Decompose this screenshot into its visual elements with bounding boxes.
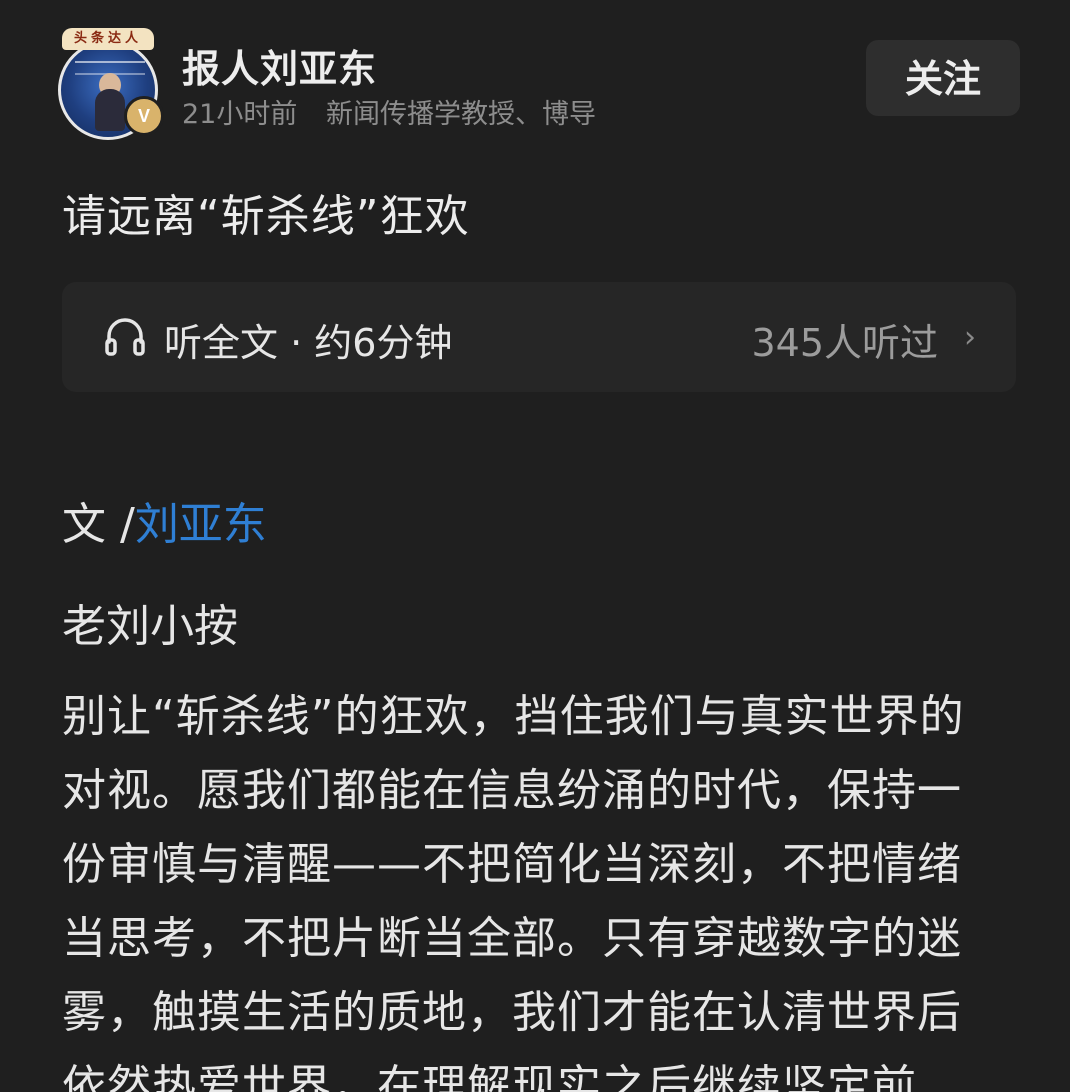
listen-full-text-bar[interactable]: 听全文 · 约6分钟 345人听过 › — [62, 282, 1016, 392]
listen-label: 听全文 · 约6分钟 — [164, 321, 453, 365]
author-header: 头条达人 V 报人刘亚东 21小时前 新闻传播学教授、博导 关注 — [58, 28, 1020, 140]
author-name[interactable]: 报人刘亚东 — [182, 38, 377, 93]
body-line: 对视。愿我们都能在信息纷涌的时代，保持一 — [62, 765, 962, 816]
listen-count: 345人听过 — [751, 321, 938, 365]
author-meta: 21小时前 新闻传播学教授、博导 — [182, 92, 596, 131]
headphones-icon — [105, 318, 145, 356]
byline-author-link[interactable]: 刘亚东 — [135, 499, 267, 550]
body-line: 份审慎与清醒——不把简化当深刻，不把情绪 — [62, 839, 962, 890]
verified-icon: V — [124, 96, 164, 136]
avatar-body — [95, 89, 125, 131]
author-description: 新闻传播学教授、博导 — [325, 99, 596, 130]
body-line: 依然热爱世界，在理解现实之后继续坚定前 — [62, 1061, 917, 1092]
follow-button[interactable]: 关注 — [866, 40, 1020, 116]
body-line: 当思考，不把片断当全部。只有穿越数字的迷 — [62, 913, 962, 964]
chevron-right-icon: › — [964, 320, 976, 355]
article-page: 头条达人 V 报人刘亚东 21小时前 新闻传播学教授、博导 关注 请远离“斩杀线… — [0, 0, 1070, 1092]
post-time: 21小时前 — [182, 99, 298, 130]
body-line: 雾，触摸生活的质地，我们才能在认清世界后 — [62, 987, 962, 1038]
byline: 文 /刘亚东 — [62, 488, 267, 552]
article-body: 别让“斩杀线”的狂欢，挡住我们与真实世界的 对视。愿我们都能在信息纷涌的时代，保… — [62, 680, 1032, 1092]
body-line: 别让“斩杀线”的狂欢，挡住我们与真实世界的 — [62, 691, 965, 742]
byline-prefix: 文 / — [62, 499, 135, 550]
section-heading: 老刘小按 — [62, 601, 238, 652]
toutiao-daren-badge: 头条达人 — [62, 28, 154, 50]
article-title: 请远离“斩杀线”狂欢 — [62, 191, 470, 242]
